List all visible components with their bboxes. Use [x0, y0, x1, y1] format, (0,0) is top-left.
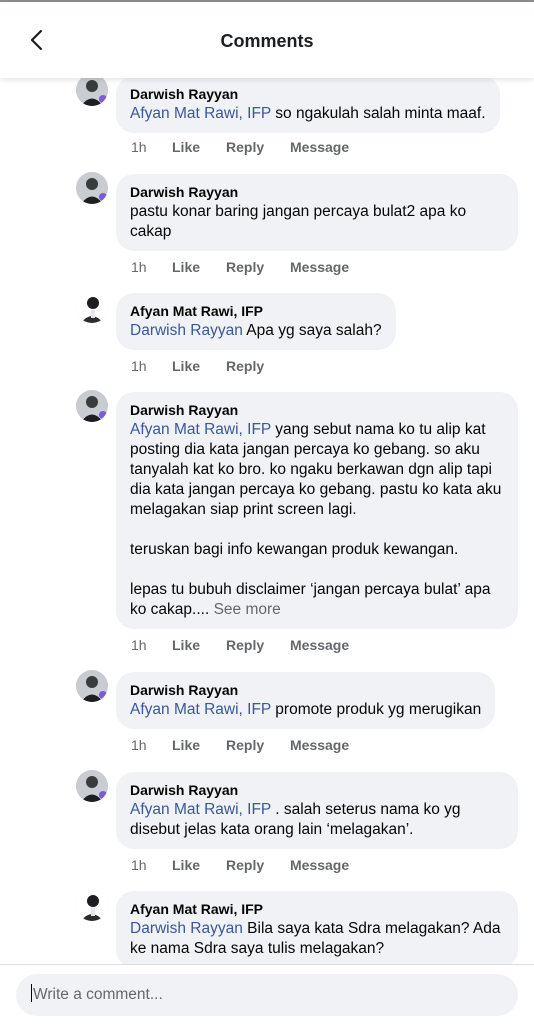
user-avatar-icon: [76, 889, 108, 921]
comment-input-placeholder: Write a comment...: [33, 986, 163, 1003]
user-avatar-icon: [76, 172, 108, 204]
avatar-darwish[interactable]: [76, 670, 108, 702]
comment-bubble[interactable]: Darwish Rayyan Afyan Mat Rawi, IFP . sal…: [116, 772, 518, 849]
comment-bubble[interactable]: Darwish Rayyan pastu konar baring jangan…: [116, 174, 518, 251]
comment-text: pastu konar baring jangan percaya bulat2…: [130, 203, 467, 240]
comment-input[interactable]: Write a comment...: [16, 974, 518, 1016]
reply-button[interactable]: Reply: [226, 736, 290, 754]
comment-actions: 1h Like Reply: [131, 357, 290, 375]
user-avatar-icon: [76, 670, 108, 702]
avatar-darwish[interactable]: [76, 770, 108, 802]
reply-button[interactable]: Reply: [226, 138, 290, 156]
comment-actions: 1h Like Reply Message: [131, 636, 349, 654]
comment-bubble[interactable]: Afyan Mat Rawi, IFP Darwish Rayyan Bila …: [116, 891, 518, 964]
like-button[interactable]: Like: [172, 258, 226, 276]
header: Comments: [0, 2, 534, 78]
comment-author[interactable]: Darwish Rayyan: [130, 780, 504, 800]
comment-composer: Write a comment...: [0, 964, 534, 1025]
comment-actions: 1h Like Reply Message: [131, 856, 349, 874]
like-button[interactable]: Like: [172, 636, 226, 654]
user-avatar-icon: [76, 390, 108, 422]
avatar-darwish[interactable]: [76, 78, 108, 106]
comment-actions: 1h Like Reply Message: [131, 258, 349, 276]
like-button[interactable]: Like: [172, 138, 226, 156]
comment-actions: 1h Like Reply Message: [131, 138, 349, 156]
comment-time: 1h: [131, 857, 147, 873]
mention-link[interactable]: Afyan Mat Rawi, IFP: [130, 801, 271, 818]
comment-time: 1h: [131, 737, 147, 753]
reply-button[interactable]: Reply: [226, 636, 290, 654]
comment-list[interactable]: Darwish Rayyan Afyan Mat Rawi, IFP so ng…: [0, 78, 534, 964]
page-title: Comments: [220, 31, 314, 51]
avatar-afyan[interactable]: [76, 291, 108, 323]
avatar-darwish[interactable]: [76, 390, 108, 422]
comment-bubble[interactable]: Darwish Rayyan Afyan Mat Rawi, IFP yang …: [116, 392, 518, 629]
see-more-link[interactable]: See more: [214, 601, 281, 618]
mention-link[interactable]: Darwish Rayyan: [130, 322, 243, 339]
comment-time: 1h: [131, 259, 147, 275]
like-button[interactable]: Like: [172, 736, 226, 754]
comment-author[interactable]: Darwish Rayyan: [130, 182, 504, 202]
comment-text: Darwish Rayyan Bila saya kata Sdra melag…: [130, 920, 501, 957]
reply-button[interactable]: Reply: [226, 357, 290, 375]
comment-time: 1h: [131, 358, 147, 374]
user-avatar-icon: [76, 770, 108, 802]
comment-time: 1h: [131, 637, 147, 653]
text-caret: [31, 984, 32, 1003]
message-button[interactable]: Message: [290, 856, 349, 874]
comment-author[interactable]: Afyan Mat Rawi, IFP: [130, 899, 504, 919]
comment-text: teruskan bagi info kewangan produk kewan…: [130, 541, 459, 558]
comment-bubble[interactable]: Darwish Rayyan Afyan Mat Rawi, IFP so ng…: [116, 78, 500, 133]
mention-link[interactable]: Afyan Mat Rawi, IFP: [130, 421, 271, 438]
comment-author[interactable]: Darwish Rayyan: [130, 680, 481, 700]
mention-link[interactable]: Darwish Rayyan: [130, 920, 243, 937]
message-button[interactable]: Message: [290, 736, 349, 754]
like-button[interactable]: Like: [172, 856, 226, 874]
comment-author[interactable]: Darwish Rayyan: [130, 84, 486, 104]
reply-button[interactable]: Reply: [226, 258, 290, 276]
comment-time: 1h: [131, 139, 147, 155]
comment-text: Afyan Mat Rawi, IFP promote produk yg me…: [130, 701, 482, 718]
user-avatar-icon: [76, 78, 108, 106]
avatar-darwish[interactable]: [76, 172, 108, 204]
comment-bubble[interactable]: Darwish Rayyan Afyan Mat Rawi, IFP promo…: [116, 672, 496, 729]
comment-text: Afyan Mat Rawi, IFP yang sebut nama ko t…: [130, 421, 502, 518]
avatar-afyan[interactable]: [76, 889, 108, 921]
user-avatar-icon: [76, 291, 108, 323]
reply-button[interactable]: Reply: [226, 856, 290, 874]
message-button[interactable]: Message: [290, 636, 349, 654]
mention-link[interactable]: Afyan Mat Rawi, IFP: [130, 105, 271, 122]
comment-text: Afyan Mat Rawi, IFP . salah seterus nama…: [130, 801, 461, 838]
message-button[interactable]: Message: [290, 258, 349, 276]
like-button[interactable]: Like: [172, 357, 226, 375]
comment-author[interactable]: Darwish Rayyan: [130, 400, 504, 420]
message-button[interactable]: Message: [290, 138, 349, 156]
comment-author[interactable]: Afyan Mat Rawi, IFP: [130, 301, 382, 321]
mention-link[interactable]: Afyan Mat Rawi, IFP: [130, 701, 271, 718]
comment-text: lepas tu bubuh disclaimer ‘jangan percay…: [130, 581, 491, 618]
comment-text: Afyan Mat Rawi, IFP so ngakulah salah mi…: [130, 105, 486, 122]
comment-text: Darwish Rayyan Apa yg saya salah?: [130, 322, 382, 339]
comment-actions: 1h Like Reply Message: [131, 736, 349, 754]
comment-bubble[interactable]: Afyan Mat Rawi, IFP Darwish Rayyan Apa y…: [116, 293, 396, 350]
